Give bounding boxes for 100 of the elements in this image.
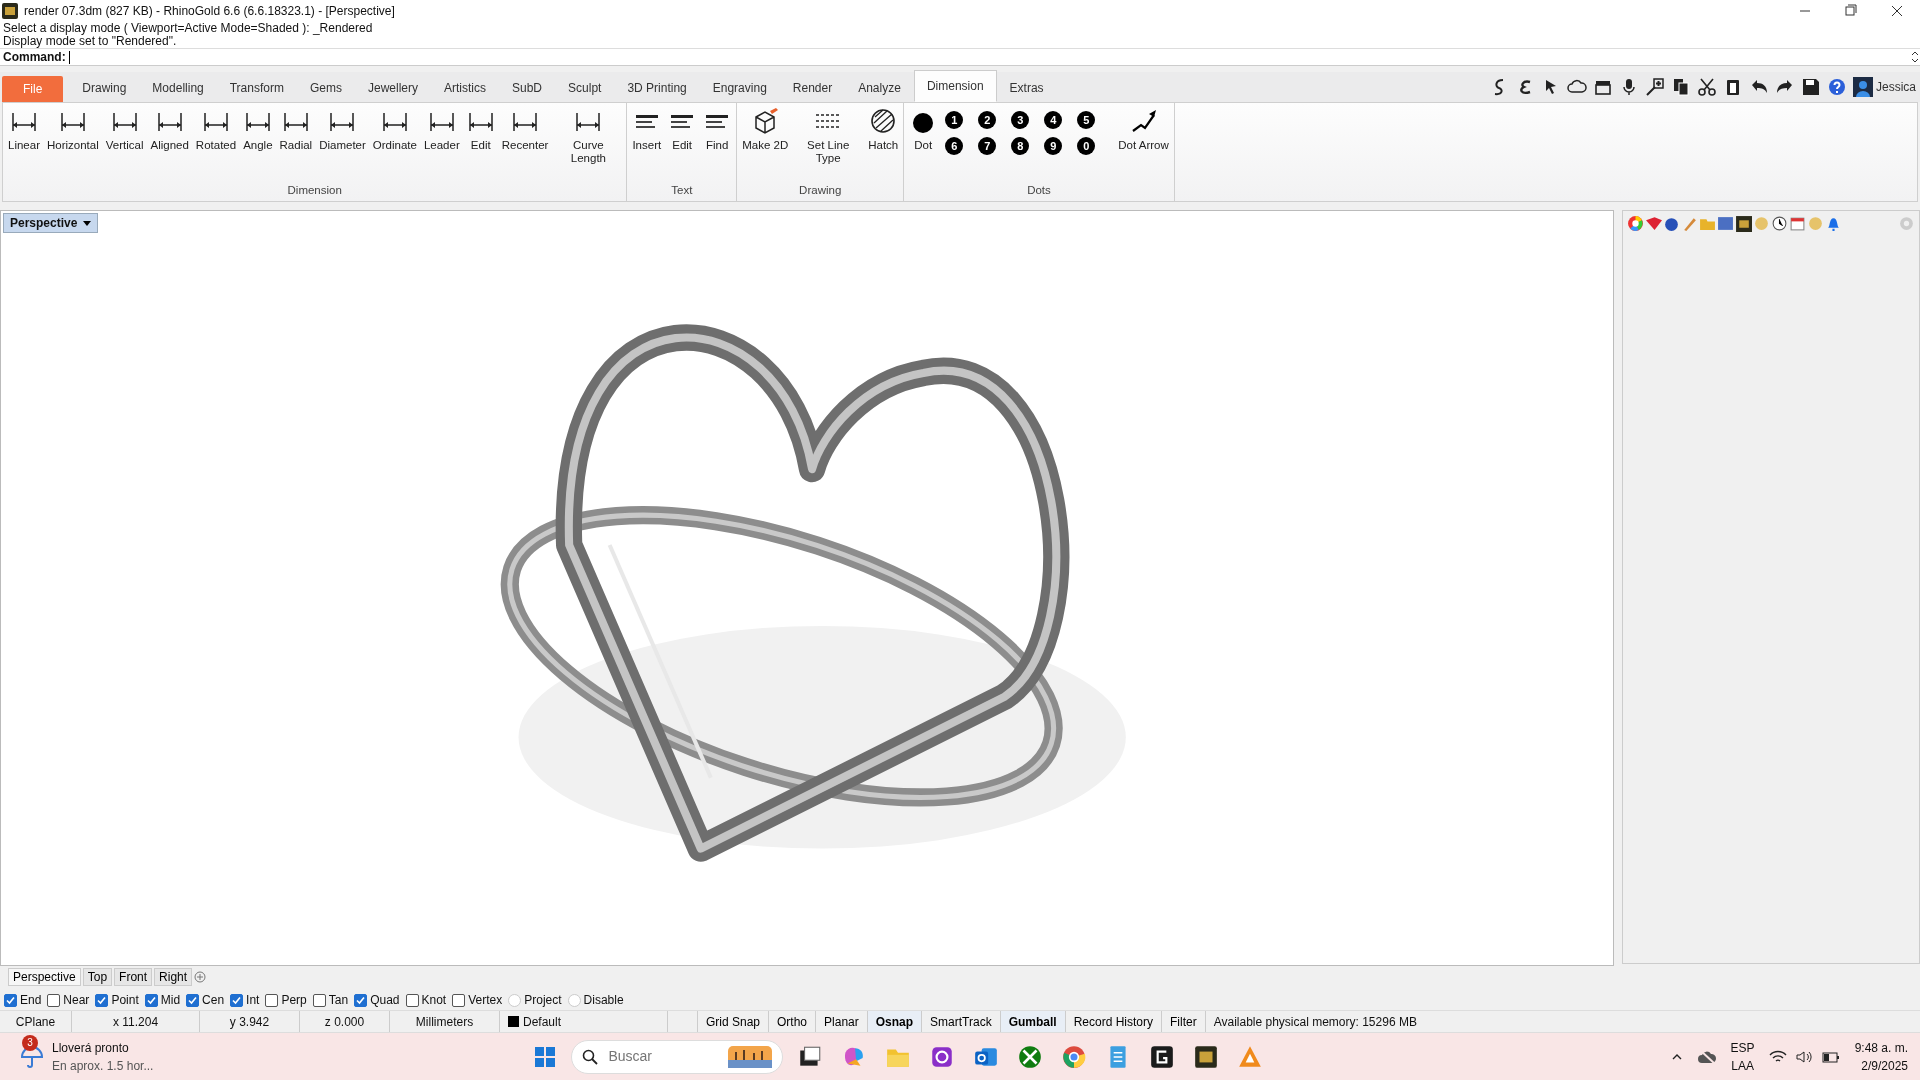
tool-button[interactable]: Recenter <box>498 105 552 154</box>
ribbon-tab[interactable]: Analyze <box>845 74 914 102</box>
ribbon-tab[interactable]: Artistics <box>431 74 499 102</box>
cloud-off-icon[interactable] <box>1696 1048 1717 1065</box>
viewport[interactable]: Perspective <box>0 210 1614 966</box>
numbered-dot-button[interactable]: 7 <box>978 137 997 155</box>
numbered-dot-button[interactable]: 1 <box>945 111 964 129</box>
weather-subtitle[interactable]: En aprox. 1.5 hor... <box>52 1056 154 1075</box>
tool-button[interactable]: Ordinate <box>369 105 420 154</box>
numbered-dot-button[interactable]: 6 <box>945 137 964 155</box>
ribbon-tab[interactable]: SubD <box>499 74 556 102</box>
osnap-checkbox[interactable]: Quad <box>354 991 400 1009</box>
screen-icon[interactable] <box>1717 215 1734 232</box>
numbered-dot-button[interactable]: 8 <box>1011 137 1030 155</box>
dark-app-icon[interactable] <box>1149 1043 1176 1070</box>
ribbon-tab[interactable]: Render <box>779 74 846 102</box>
osnap-checkbox[interactable]: Tan <box>312 991 349 1009</box>
color-wheel-icon[interactable] <box>1627 215 1644 232</box>
clock-icon[interactable] <box>1771 215 1788 232</box>
user-name[interactable]: Jessica <box>1876 78 1916 96</box>
numbered-dot-button[interactable]: 0 <box>1077 137 1096 155</box>
clock-time[interactable]: 9:48 a. m. <box>1854 1038 1908 1057</box>
osnap-checkbox[interactable]: Point <box>95 991 139 1009</box>
help-icon[interactable] <box>1827 77 1847 97</box>
osnap-checkbox[interactable]: Int <box>230 991 260 1009</box>
weather-title[interactable]: Lloverá pronto <box>52 1038 154 1057</box>
tool-button[interactable]: Make 2D <box>739 105 792 154</box>
numbered-dot-button[interactable]: 5 <box>1077 111 1096 129</box>
dropdown-icon[interactable] <box>83 219 92 227</box>
ribbon-tab[interactable]: Modelling <box>139 74 217 102</box>
tool-button[interactable]: Hatch <box>865 105 902 154</box>
tool-button[interactable]: Vertical <box>102 105 147 154</box>
tool-button[interactable]: Dot Arrow <box>1115 105 1172 154</box>
osnap-checkbox[interactable]: Mid <box>144 991 181 1009</box>
avatar-icon[interactable] <box>1853 77 1873 97</box>
scissors-icon[interactable] <box>1697 77 1717 97</box>
osnap-checkbox[interactable]: End <box>4 991 42 1009</box>
numbered-dot-button[interactable]: 9 <box>1044 137 1063 155</box>
language-indicator[interactable]: ESP <box>1730 1038 1755 1057</box>
tool-button[interactable]: Leader <box>420 105 463 154</box>
ribbon-tab[interactable]: Dimension <box>913 70 997 102</box>
tool-button[interactable]: Curve Length <box>552 105 625 167</box>
add-tab-icon[interactable] <box>194 971 207 983</box>
ribbon-tab[interactable]: Jewellery <box>355 74 431 102</box>
windows-logo-icon[interactable] <box>533 1044 558 1069</box>
tool-button[interactable]: Edit <box>665 105 700 154</box>
ribbon-tab[interactable]: Sculpt <box>555 74 615 102</box>
osnap-checkbox[interactable]: Vertex <box>452 991 503 1009</box>
viewport-tab[interactable]: Top <box>82 968 113 986</box>
wifi-icon[interactable] <box>1768 1049 1787 1064</box>
sphere-icon[interactable] <box>1663 215 1680 232</box>
numbered-dot-button[interactable]: 2 <box>978 111 997 129</box>
tool-button[interactable]: Find <box>700 105 735 154</box>
copy-icon[interactable] <box>1671 77 1691 97</box>
layer-name[interactable]: Default <box>523 1012 562 1031</box>
ribbon-tab[interactable]: Transform <box>216 74 297 102</box>
numbered-dot-button[interactable]: 3 <box>1011 111 1030 129</box>
browser-icon[interactable] <box>1061 1043 1088 1070</box>
viewport-tab[interactable]: Perspective <box>8 968 81 986</box>
tool-button[interactable]: Angle <box>240 105 276 154</box>
app-logo-icon[interactable] <box>1193 1043 1220 1070</box>
tool-button[interactable]: Insert <box>629 105 665 154</box>
status-toggle[interactable]: Osnap <box>867 1011 923 1032</box>
osnap-checkbox[interactable]: Disable <box>567 991 624 1009</box>
tool-button[interactable]: Dot <box>906 105 941 154</box>
search-bar[interactable]: Buscar <box>571 1039 784 1074</box>
tool-button[interactable]: Diameter <box>316 105 369 154</box>
region-indicator[interactable]: LAA <box>1730 1056 1755 1075</box>
osnap-checkbox[interactable]: Near <box>47 991 90 1009</box>
tool-button[interactable]: Edit <box>463 105 498 154</box>
viewport-tab[interactable]: Front <box>114 968 153 986</box>
bell-icon[interactable] <box>1825 215 1842 232</box>
umbrella-icon[interactable] <box>20 1044 44 1069</box>
osnap-checkbox[interactable]: Project <box>508 991 562 1009</box>
osnap-checkbox[interactable]: Perp <box>265 991 307 1009</box>
battery-icon[interactable] <box>1820 1049 1841 1064</box>
speaker-icon[interactable] <box>1794 1049 1813 1064</box>
viewport-tab[interactable]: Right <box>154 968 193 986</box>
clock-date[interactable]: 2/9/2025 <box>1854 1056 1908 1075</box>
scroll-arrows-icon[interactable] <box>1910 50 1920 64</box>
tool-button[interactable]: Linear <box>5 105 43 154</box>
xbox-icon[interactable] <box>1017 1043 1044 1070</box>
status-toggle[interactable]: Gumball <box>1000 1011 1066 1032</box>
app-logo-icon[interactable] <box>1735 215 1752 232</box>
tool-button[interactable]: Aligned <box>147 105 192 154</box>
tool-button[interactable]: Rotated <box>192 105 240 154</box>
calendar-icon[interactable] <box>1789 215 1806 232</box>
tool-button[interactable]: Radial <box>276 105 316 154</box>
zoom-plus-icon[interactable] <box>1645 77 1665 97</box>
tool-button[interactable]: Horizontal <box>43 105 102 154</box>
osnap-checkbox[interactable]: Knot <box>405 991 447 1009</box>
ribbon-tab[interactable]: Gems <box>296 74 355 102</box>
ribbon-tab[interactable]: Extras <box>996 74 1057 102</box>
ribbon-tab[interactable]: 3D Printing <box>614 74 700 102</box>
save-icon[interactable] <box>1801 77 1821 97</box>
search-field[interactable]: Buscar <box>606 1045 707 1068</box>
ribbon-tab[interactable]: Engraving <box>699 74 780 102</box>
osnap-checkbox[interactable]: Cen <box>186 991 225 1009</box>
numbered-dot-button[interactable]: 4 <box>1044 111 1063 129</box>
tool-button[interactable]: Set Line Type <box>792 105 865 167</box>
